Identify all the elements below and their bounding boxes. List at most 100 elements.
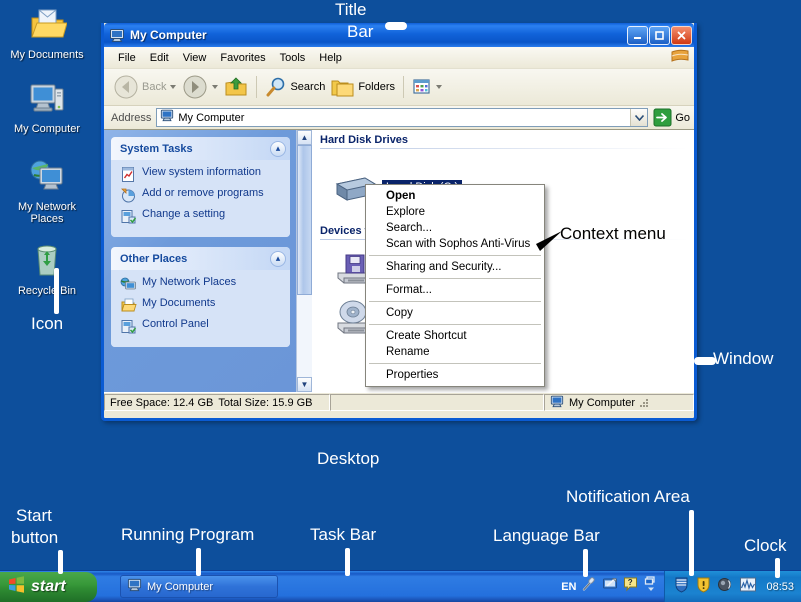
annotation-clock: Clock — [744, 536, 787, 556]
address-input[interactable]: My Computer — [156, 108, 648, 127]
context-menu-item-rename[interactable]: Rename — [366, 344, 544, 360]
group-header-hard-disk-drives: Hard Disk Drives — [312, 130, 694, 148]
place-link-my-documents[interactable]: My Documents — [120, 297, 284, 314]
back-button[interactable]: Back — [110, 72, 179, 102]
context-menu-item-create-shortcut[interactable]: Create Shortcut — [366, 328, 544, 344]
back-dropdown-icon[interactable] — [170, 85, 176, 89]
start-button[interactable]: start — [0, 572, 97, 602]
taskbar[interactable]: start My Computer EN — [0, 570, 801, 602]
desktop-icon-label: My Documents — [10, 49, 83, 61]
language-indicator[interactable]: EN — [561, 581, 576, 593]
resize-grip-icon[interactable] — [635, 398, 651, 408]
volume-icon[interactable] — [717, 576, 734, 598]
up-button[interactable] — [221, 72, 251, 102]
system-info-icon — [120, 166, 137, 183]
context-menu-item-scan-with-sophos-anti-virus[interactable]: Scan with Sophos Anti-Virus — [366, 236, 544, 252]
folders-button[interactable]: Folders — [328, 72, 398, 102]
language-bar[interactable]: EN ? — [561, 575, 664, 598]
menu-item-favorites[interactable]: Favorites — [213, 50, 272, 66]
context-menu-item-format[interactable]: Format... — [366, 282, 544, 298]
views-dropdown-icon[interactable] — [436, 85, 442, 89]
context-menu-item-properties[interactable]: Properties — [366, 367, 544, 383]
taskbar-button-my-computer[interactable]: My Computer — [120, 575, 278, 598]
place-link-label: My Documents — [142, 297, 215, 309]
go-button[interactable]: Go — [653, 108, 690, 127]
annotation-desktop: Desktop — [317, 449, 379, 469]
desktop-icon-my-documents[interactable]: My Documents — [4, 4, 90, 61]
annotation-leader-clock — [775, 558, 780, 578]
menu-item-file[interactable]: File — [111, 50, 143, 66]
handwriting-icon[interactable] — [602, 576, 618, 597]
chevron-down-icon[interactable] — [630, 109, 647, 126]
desktop-icon-recycle-bin[interactable]: Recycle Bin — [4, 240, 90, 297]
context-menu-item-explore[interactable]: Explore — [366, 204, 544, 220]
folders-label: Folders — [358, 81, 395, 93]
search-label: Search — [290, 81, 325, 93]
explorer-window[interactable]: My Computer File Edit View Favorites Too… — [101, 23, 697, 421]
panel-title: System Tasks — [120, 143, 270, 155]
scrollbar-thumb[interactable] — [297, 145, 312, 295]
task-link-view-system-information[interactable]: View system information — [120, 166, 284, 183]
menu-item-tools[interactable]: Tools — [273, 50, 313, 66]
my-computer-icon — [109, 27, 125, 43]
context-menu-item-copy[interactable]: Copy — [366, 305, 544, 321]
toolbar[interactable]: Back — [104, 69, 694, 106]
window-body: System Tasks ▴ Vie — [104, 130, 694, 392]
chevron-up-icon[interactable]: ▴ — [270, 141, 286, 157]
annotation-language-bar: Language Bar — [493, 526, 600, 546]
clock[interactable]: 08:53 — [766, 581, 794, 593]
desktop-icon-my-network-places[interactable]: My Network Places — [4, 156, 90, 225]
notification-area[interactable]: 08:53 — [664, 571, 801, 602]
warning-shield-icon[interactable] — [695, 576, 712, 598]
other-places-header[interactable]: Other Places ▴ — [111, 247, 290, 270]
network-activity-icon[interactable] — [739, 576, 757, 598]
forward-dropdown-icon[interactable] — [212, 85, 218, 89]
search-button[interactable]: Search — [262, 72, 328, 102]
chevron-up-icon[interactable]: ▴ — [270, 251, 286, 267]
desktop-icon-my-computer[interactable]: My Computer — [4, 78, 90, 135]
system-tasks-header[interactable]: System Tasks ▴ — [111, 137, 290, 160]
menu-item-help[interactable]: Help — [312, 50, 349, 66]
help-balloon-icon[interactable]: ? — [623, 576, 639, 597]
status-location: My Computer — [544, 394, 694, 411]
security-shield-icon[interactable] — [673, 576, 690, 598]
address-bar[interactable]: Address My Computer — [104, 106, 694, 130]
task-pane[interactable]: System Tasks ▴ Vie — [104, 130, 296, 392]
status-bar: Free Space: 12.4 GB Total Size: 15.9 GB … — [104, 392, 694, 412]
views-button[interactable] — [409, 72, 445, 102]
menu-item-view[interactable]: View — [176, 50, 214, 66]
place-link-control-panel[interactable]: Control Panel — [120, 318, 284, 335]
context-menu-separator — [369, 324, 541, 325]
total-size-text: Total Size: 15.9 GB — [218, 397, 312, 409]
context-menu-item-search[interactable]: Search... — [366, 220, 544, 236]
control-panel-icon — [120, 208, 137, 225]
task-link-add-or-remove-programs[interactable]: Add or remove programs — [120, 187, 284, 204]
task-link-label: View system information — [142, 166, 261, 178]
context-menu[interactable]: Open Explore Search... Scan with Sophos … — [365, 184, 545, 387]
menu-bar[interactable]: File Edit View Favorites Tools Help — [104, 47, 694, 69]
minimize-button[interactable] — [627, 26, 648, 45]
task-link-change-a-setting[interactable]: Change a setting — [120, 208, 284, 225]
taskbar-buttons[interactable]: My Computer — [97, 575, 561, 598]
annotation-running-program: Running Program — [121, 525, 254, 545]
maximize-button[interactable] — [649, 26, 670, 45]
annotation-leader-running-program — [196, 548, 201, 576]
go-label: Go — [675, 112, 690, 124]
microphone-icon[interactable] — [581, 576, 597, 597]
scrollbar-track[interactable] — [297, 145, 312, 377]
close-button[interactable] — [671, 26, 692, 45]
context-menu-item-open[interactable]: Open — [366, 188, 544, 204]
place-link-my-network-places[interactable]: My Network Places — [120, 276, 284, 293]
context-menu-separator — [369, 301, 541, 302]
menu-item-edit[interactable]: Edit — [143, 50, 176, 66]
my-computer-icon — [4, 78, 90, 120]
annotation-window: Window — [713, 349, 773, 369]
forward-button[interactable] — [179, 72, 221, 102]
my-computer-icon — [127, 577, 142, 597]
scroll-up-arrow-icon[interactable]: ▲ — [297, 130, 312, 145]
task-pane-scrollbar[interactable]: ▲ ▼ — [296, 130, 312, 392]
scroll-down-arrow-icon[interactable]: ▼ — [297, 377, 312, 392]
context-menu-item-sharing-and-security[interactable]: Sharing and Security... — [366, 259, 544, 275]
my-computer-icon — [550, 394, 564, 411]
restore-icon[interactable] — [644, 575, 658, 598]
